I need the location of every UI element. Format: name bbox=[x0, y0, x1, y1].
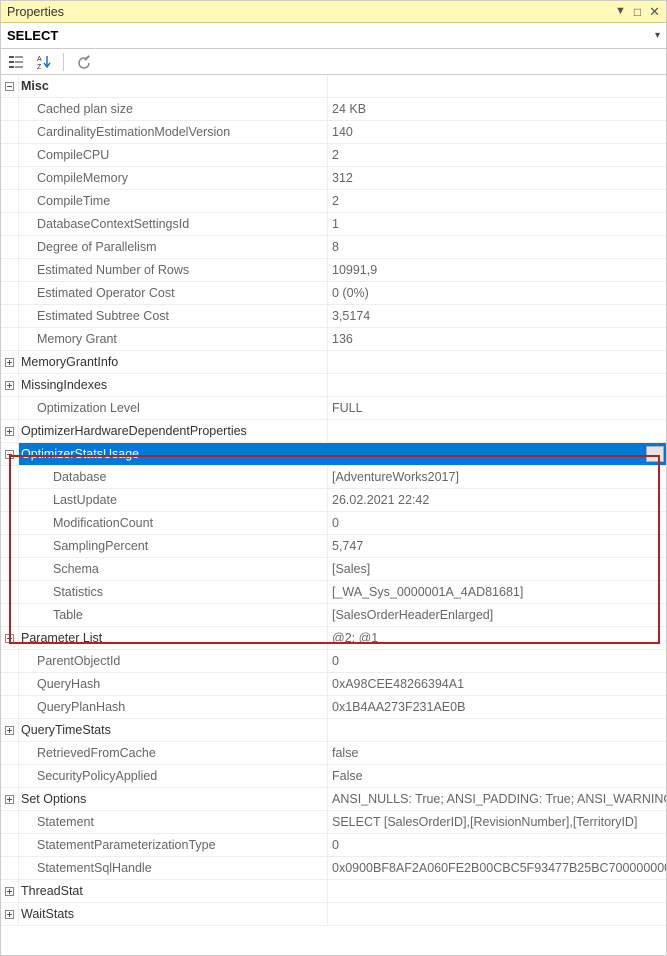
prop-stats-lastupdate[interactable]: LastUpdate26.02.2021 22:42 bbox=[19, 489, 666, 512]
prop-db-context-settings[interactable]: DatabaseContextSettingsId1 bbox=[19, 213, 666, 236]
prop-stats-database[interactable]: Database[AdventureWorks2017] bbox=[19, 466, 666, 489]
collapse-toggle[interactable] bbox=[1, 443, 19, 466]
property-grid: Misc Cached plan size24 KB CardinalityEs… bbox=[1, 75, 666, 926]
expand-toggle[interactable] bbox=[1, 351, 19, 374]
prop-query-hash[interactable]: QueryHash0xA98CEE48266394A1 bbox=[19, 673, 666, 696]
prop-statement[interactable]: StatementSELECT [SalesOrderID],[Revision… bbox=[19, 811, 666, 834]
prop-memory-grant-info[interactable]: MemoryGrantInfo bbox=[19, 351, 666, 374]
expand-toggle[interactable] bbox=[1, 880, 19, 903]
prop-wait-stats[interactable]: WaitStats bbox=[19, 903, 666, 926]
expand-toggle[interactable] bbox=[1, 719, 19, 742]
prop-statement-param-type[interactable]: StatementParameterizationType0 bbox=[19, 834, 666, 857]
prop-compile-time[interactable]: CompileTime2 bbox=[19, 190, 666, 213]
prop-retrieved-from-cache[interactable]: RetrievedFromCachefalse bbox=[19, 742, 666, 765]
window-title: Properties bbox=[7, 5, 64, 19]
expand-toggle[interactable] bbox=[1, 627, 19, 650]
prop-stats-modcount[interactable]: ModificationCount0 bbox=[19, 512, 666, 535]
prop-estimated-operator-cost[interactable]: Estimated Operator Cost0 (0%) bbox=[19, 282, 666, 305]
svg-text:A: A bbox=[37, 56, 42, 63]
prop-parameter-list[interactable]: Parameter List@2; @1 bbox=[19, 627, 666, 650]
expand-toggle[interactable] bbox=[1, 788, 19, 811]
expand-toggle[interactable] bbox=[1, 903, 19, 926]
collapse-toggle[interactable] bbox=[1, 75, 19, 98]
prop-stats-sampling[interactable]: SamplingPercent5,747 bbox=[19, 535, 666, 558]
prop-optimizer-hw-props[interactable]: OptimizerHardwareDependentProperties bbox=[19, 420, 666, 443]
svg-text:Z: Z bbox=[37, 64, 42, 70]
prop-optimization-level[interactable]: Optimization LevelFULL bbox=[19, 397, 666, 420]
prop-memory-grant[interactable]: Memory Grant136 bbox=[19, 328, 666, 351]
titlebar: Properties ▼ □ ✕ bbox=[1, 1, 666, 23]
prop-compile-memory[interactable]: CompileMemory312 bbox=[19, 167, 666, 190]
prop-security-policy-applied[interactable]: SecurityPolicyAppliedFalse bbox=[19, 765, 666, 788]
prop-thread-stat[interactable]: ThreadStat bbox=[19, 880, 666, 903]
chevron-down-icon: ▾ bbox=[655, 30, 660, 41]
object-selector[interactable]: SELECT ▾ bbox=[1, 23, 666, 49]
toolbar: A Z bbox=[1, 49, 666, 75]
prop-parent-object-id[interactable]: ParentObjectId0 bbox=[19, 650, 666, 673]
prop-missing-indexes[interactable]: MissingIndexes bbox=[19, 374, 666, 397]
maximize-icon[interactable]: □ bbox=[634, 6, 641, 18]
prop-optimizer-stats-usage[interactable]: OptimizerStatsUsage … bbox=[19, 443, 666, 466]
prop-stats-schema[interactable]: Schema[Sales] bbox=[19, 558, 666, 581]
prop-stats-table[interactable]: Table[SalesOrderHeaderEnlarged] bbox=[19, 604, 666, 627]
alphabetical-button[interactable]: A Z bbox=[33, 51, 55, 73]
close-icon[interactable]: ✕ bbox=[649, 5, 660, 18]
prop-estimated-subtree-cost[interactable]: Estimated Subtree Cost3,5174 bbox=[19, 305, 666, 328]
expand-toggle[interactable] bbox=[1, 420, 19, 443]
prop-query-time-stats[interactable]: QueryTimeStats bbox=[19, 719, 666, 742]
property-pages-button[interactable] bbox=[72, 51, 94, 73]
categorized-button[interactable] bbox=[5, 51, 27, 73]
dropdown-icon[interactable]: ▼ bbox=[615, 6, 626, 17]
toolbar-separator bbox=[63, 53, 64, 71]
prop-cardinality-estimation[interactable]: CardinalityEstimationModelVersion140 bbox=[19, 121, 666, 144]
prop-cached-plan-size[interactable]: Cached plan size24 KB bbox=[19, 98, 666, 121]
prop-compile-cpu[interactable]: CompileCPU2 bbox=[19, 144, 666, 167]
category-misc[interactable]: Misc bbox=[19, 75, 666, 98]
prop-set-options[interactable]: Set OptionsANSI_NULLS: True; ANSI_PADDIN… bbox=[19, 788, 666, 811]
prop-statement-sql-handle[interactable]: StatementSqlHandle0x0900BF8AF2A060FE2B00… bbox=[19, 857, 666, 880]
prop-degree-parallelism[interactable]: Degree of Parallelism8 bbox=[19, 236, 666, 259]
prop-query-plan-hash[interactable]: QueryPlanHash0x1B4AA273F231AE0B bbox=[19, 696, 666, 719]
selected-object-label: SELECT bbox=[7, 28, 58, 43]
prop-estimated-rows[interactable]: Estimated Number of Rows10991,9 bbox=[19, 259, 666, 282]
ellipsis-button[interactable]: … bbox=[646, 446, 664, 462]
expand-toggle[interactable] bbox=[1, 374, 19, 397]
prop-stats-statistics[interactable]: Statistics[_WA_Sys_0000001A_4AD81681] bbox=[19, 581, 666, 604]
